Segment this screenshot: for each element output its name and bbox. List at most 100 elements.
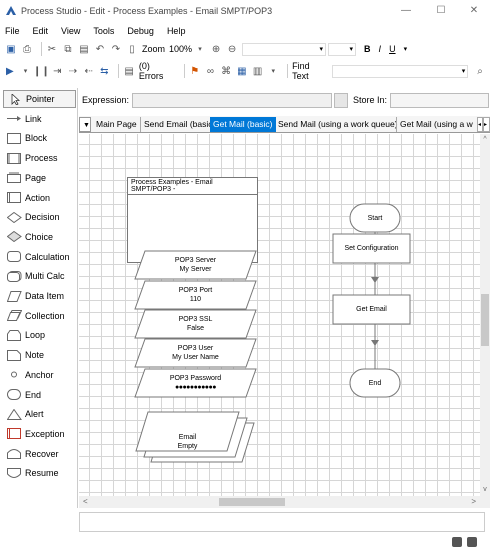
flag-icon[interactable]: ⚑: [189, 65, 201, 77]
print-icon[interactable]: ⎙: [21, 43, 33, 55]
palette-item-label: Choice: [25, 231, 54, 242]
tab-list-dropdown-icon[interactable]: ▼: [79, 117, 91, 132]
zoom-in-icon[interactable]: ⊕: [210, 43, 222, 55]
palette-item-recover[interactable]: Recover: [3, 445, 76, 463]
tab-get-mail-basic[interactable]: Get Mail (basic): [210, 117, 276, 132]
zoom-out-icon[interactable]: ⊖: [226, 43, 238, 55]
palette-item-end[interactable]: End: [3, 386, 76, 404]
menu-tools[interactable]: Tools: [93, 26, 114, 36]
palette-item-anchor[interactable]: Anchor: [3, 366, 76, 384]
step-over-icon[interactable]: ⇢: [67, 65, 79, 77]
find-text-input[interactable]: ▾: [331, 64, 469, 78]
decision-icon: [6, 211, 22, 223]
palette-item-label: Note: [25, 350, 45, 361]
resume-icon: [7, 467, 22, 479]
scroll-down-icon[interactable]: v: [481, 486, 489, 494]
palette-item-exception[interactable]: Exception: [3, 425, 76, 443]
menu-debug[interactable]: Debug: [127, 26, 154, 36]
minimize-button[interactable]: —: [393, 3, 419, 19]
copy-icon[interactable]: ⧉: [62, 43, 74, 55]
start-link-overlay: [79, 134, 480, 496]
page-setup-icon[interactable]: ▯: [126, 43, 138, 55]
palette-item-resume[interactable]: Resume: [3, 464, 76, 482]
play-dropdown-icon[interactable]: ▾: [20, 65, 32, 77]
tray-icon[interactable]: [452, 537, 462, 547]
palette-item-loop[interactable]: Loop: [3, 326, 76, 344]
horizontal-scroll-thumb[interactable]: [219, 498, 285, 506]
font-color-dropdown-icon[interactable]: ▾: [404, 45, 408, 53]
cut-icon[interactable]: ✂: [46, 43, 58, 55]
italic-button[interactable]: I: [379, 44, 382, 54]
palette-item-page[interactable]: Page: [3, 169, 76, 187]
tab-scroll-right-icon[interactable]: ▸: [483, 117, 490, 132]
palette-item-decision[interactable]: Decision: [3, 208, 76, 226]
palette-item-label: Pointer: [26, 94, 55, 104]
tab-send-email-basic[interactable]: Send Email (basic): [140, 117, 218, 132]
palette-item-alert[interactable]: Alert: [3, 405, 76, 423]
maximize-button[interactable]: ☐: [428, 3, 454, 19]
reset-icon[interactable]: ⇆: [99, 65, 111, 77]
menu-help[interactable]: Help: [167, 26, 186, 36]
zoom-dropdown-icon[interactable]: ▾: [194, 43, 206, 55]
menu-file[interactable]: File: [5, 26, 20, 36]
font-size-select[interactable]: ▾: [328, 42, 357, 56]
scroll-right-icon[interactable]: >: [471, 497, 476, 506]
palette-item-process[interactable]: Process: [3, 149, 76, 167]
vertical-scrollbar[interactable]: ^ v: [480, 134, 490, 496]
errors-button[interactable]: (0) Errors: [139, 61, 176, 81]
palette-item-collection[interactable]: Collection: [3, 307, 76, 325]
palette-item-label: Exception: [25, 428, 65, 439]
step-out-icon[interactable]: ⇠: [83, 65, 95, 77]
errors-icon[interactable]: ▤: [123, 65, 135, 77]
data-view-icon[interactable]: ▦: [236, 65, 248, 77]
link-icon[interactable]: ∞: [205, 65, 217, 77]
find-icon[interactable]: ⌕: [474, 65, 486, 77]
window-title: Process Studio - Edit - Process Examples…: [21, 6, 273, 16]
scroll-left-icon[interactable]: <: [83, 497, 88, 506]
tab-get-mail-work-queue[interactable]: Get Mail (using a w: [396, 117, 477, 132]
palette-item-multi-calc[interactable]: Multi Calc: [3, 267, 76, 285]
tray-icon[interactable]: [467, 537, 477, 547]
close-button[interactable]: ✕: [461, 3, 487, 19]
toolbar-divider: [183, 64, 185, 78]
panels-icon[interactable]: ▥: [252, 65, 264, 77]
play-icon[interactable]: ▶: [4, 65, 16, 77]
expression-input[interactable]: [132, 92, 333, 108]
palette-item-label: Data Item: [25, 291, 65, 301]
save-icon[interactable]: ▣: [5, 43, 17, 55]
palette-item-pointer[interactable]: Pointer: [3, 90, 76, 108]
panels-dropdown-icon[interactable]: ▾: [267, 65, 279, 77]
palette-item-label: Loop: [25, 330, 46, 341]
vertical-scroll-thumb[interactable]: [481, 294, 489, 346]
font-family-select[interactable]: ▾: [242, 42, 327, 56]
toolbar-main: ▣ ⎙ ✂ ⧉ ▤ ↶ ↷ ▯ Zoom 100% ▾ ⊕ ⊖ ▾ ▾ B I …: [0, 39, 490, 59]
undo-icon[interactable]: ↶: [94, 43, 106, 55]
palette-item-label: Link: [25, 113, 42, 124]
pause-icon[interactable]: ❙❙: [33, 65, 50, 77]
menu-edit[interactable]: Edit: [33, 26, 49, 36]
expression-builder-button[interactable]: [334, 92, 349, 108]
palette-item-calculation[interactable]: Calculation: [3, 248, 76, 266]
underline-button[interactable]: U: [389, 44, 396, 54]
paste-icon[interactable]: ▤: [78, 43, 90, 55]
palette-item-action[interactable]: Action: [3, 189, 76, 207]
palette-item-note[interactable]: Note: [3, 346, 76, 364]
dependencies-icon[interactable]: ⌘: [220, 65, 232, 77]
tab-send-mail-work-queue[interactable]: Send Mail (using a work queue): [275, 117, 401, 132]
zoom-value[interactable]: 100%: [169, 44, 192, 54]
bold-button[interactable]: B: [364, 44, 371, 54]
menu-view[interactable]: View: [61, 26, 80, 36]
redo-icon[interactable]: ↷: [110, 43, 122, 55]
palette-item-data-item[interactable]: Data Item: [3, 287, 76, 305]
exception-icon: [7, 428, 22, 440]
horizontal-scrollbar[interactable]: < >: [79, 496, 480, 508]
tab-main-page[interactable]: Main Page: [93, 117, 140, 132]
palette-item-block[interactable]: Block: [3, 129, 76, 147]
palette-item-choice[interactable]: Choice: [3, 228, 76, 246]
palette-item-label: Calculation: [25, 251, 70, 262]
step-icon[interactable]: ⇥: [51, 65, 63, 77]
palette-item-link[interactable]: Link: [3, 110, 76, 128]
store-in-label: Store In:: [353, 95, 388, 105]
scroll-up-icon[interactable]: ^: [481, 136, 489, 144]
store-in-input[interactable]: [390, 92, 490, 108]
